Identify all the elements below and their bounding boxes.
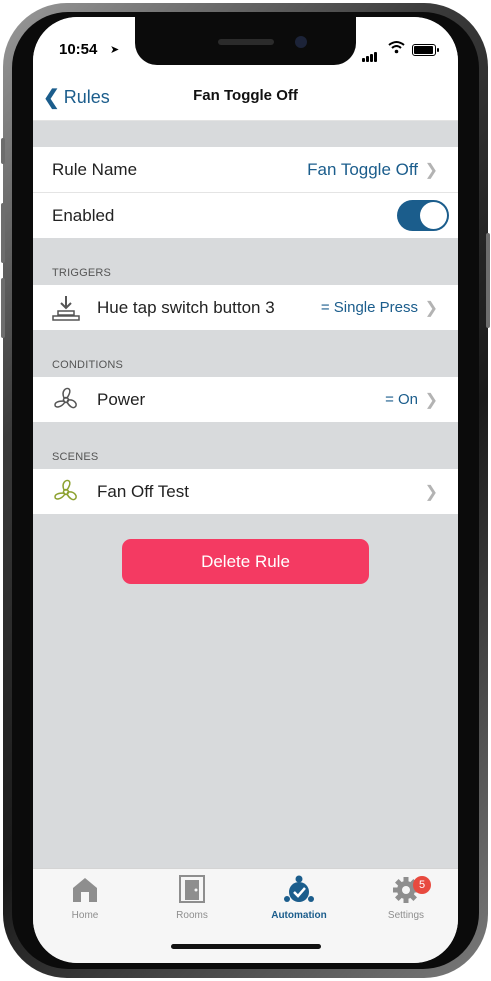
rule-settings-group: Rule Name Fan Toggle Off ❯ Enabled xyxy=(33,147,458,238)
tab-bar: Home Rooms Automation 5 Settings xyxy=(33,868,458,963)
door-icon xyxy=(179,875,205,903)
chevron-right-icon: ❯ xyxy=(424,483,438,501)
condition-value: = On xyxy=(385,391,418,408)
volume-up-button xyxy=(1,203,5,263)
scenes-header: SCENES xyxy=(52,451,99,463)
volume-down-button xyxy=(1,278,5,338)
tab-settings[interactable]: 5 Settings xyxy=(361,875,451,921)
tab-rooms[interactable]: Rooms xyxy=(147,875,237,921)
power-button xyxy=(486,233,490,328)
battery-icon xyxy=(412,44,439,56)
tab-automation-label: Automation xyxy=(271,910,327,921)
trigger-value: = Single Press xyxy=(320,299,418,316)
delete-rule-button[interactable]: Delete Rule xyxy=(122,539,369,584)
chevron-right-icon: ❯ xyxy=(424,299,438,317)
home-indicator xyxy=(171,944,321,949)
conditions-group: Power = On ❯ xyxy=(33,377,458,422)
tap-switch-icon xyxy=(52,296,80,321)
cellular-signal-icon xyxy=(362,44,378,62)
tab-rooms-label: Rooms xyxy=(176,910,208,921)
wifi-icon xyxy=(388,41,405,54)
scene-row[interactable]: Fan Off Test ❯ xyxy=(33,469,458,514)
enabled-row: Enabled xyxy=(33,193,458,238)
nav-bar: ❮ Rules Fan Toggle Off xyxy=(33,65,458,121)
rule-name-label: Rule Name xyxy=(52,159,138,179)
tab-home-label: Home xyxy=(71,910,99,921)
condition-label: Power xyxy=(97,389,146,409)
notch xyxy=(135,17,356,65)
scene-label: Fan Off Test xyxy=(97,481,189,501)
toggle-knob xyxy=(420,202,447,229)
screen: 10:54 ➤ ❮ Rules Fan Toggle Off Rule Name… xyxy=(33,17,458,963)
page-title: Fan Toggle Off xyxy=(193,87,298,104)
home-icon xyxy=(73,878,97,902)
mute-switch xyxy=(1,138,5,164)
tab-automation[interactable]: Automation xyxy=(254,875,344,921)
rule-name-value: Fan Toggle Off xyxy=(307,159,418,179)
trigger-label: Hue tap switch button 3 xyxy=(97,297,275,317)
triggers-header: TRIGGERS xyxy=(52,267,112,279)
chevron-right-icon: ❯ xyxy=(424,391,438,409)
enabled-toggle[interactable] xyxy=(397,200,449,231)
status-time: 10:54 xyxy=(59,41,98,58)
speaker xyxy=(218,39,274,45)
tab-home[interactable]: Home xyxy=(40,875,130,921)
scenes-group: Fan Off Test ❯ xyxy=(33,469,458,514)
enabled-label: Enabled xyxy=(52,205,115,225)
fan-icon xyxy=(54,387,77,409)
condition-row[interactable]: Power = On ❯ xyxy=(33,377,458,422)
rule-name-row[interactable]: Rule Name Fan Toggle Off ❯ xyxy=(33,147,458,193)
camera xyxy=(295,36,307,48)
tab-settings-label: Settings xyxy=(387,910,425,921)
automation-icon xyxy=(284,875,314,902)
settings-badge: 5 xyxy=(413,876,431,894)
trigger-row[interactable]: Hue tap switch button 3 = Single Press ❯ xyxy=(33,285,458,330)
conditions-header: CONDITIONS xyxy=(52,359,124,371)
location-icon: ➤ xyxy=(110,44,120,56)
triggers-group: Hue tap switch button 3 = Single Press ❯ xyxy=(33,285,458,330)
fan-scene-icon xyxy=(54,479,77,501)
chevron-right-icon: ❯ xyxy=(424,161,438,179)
